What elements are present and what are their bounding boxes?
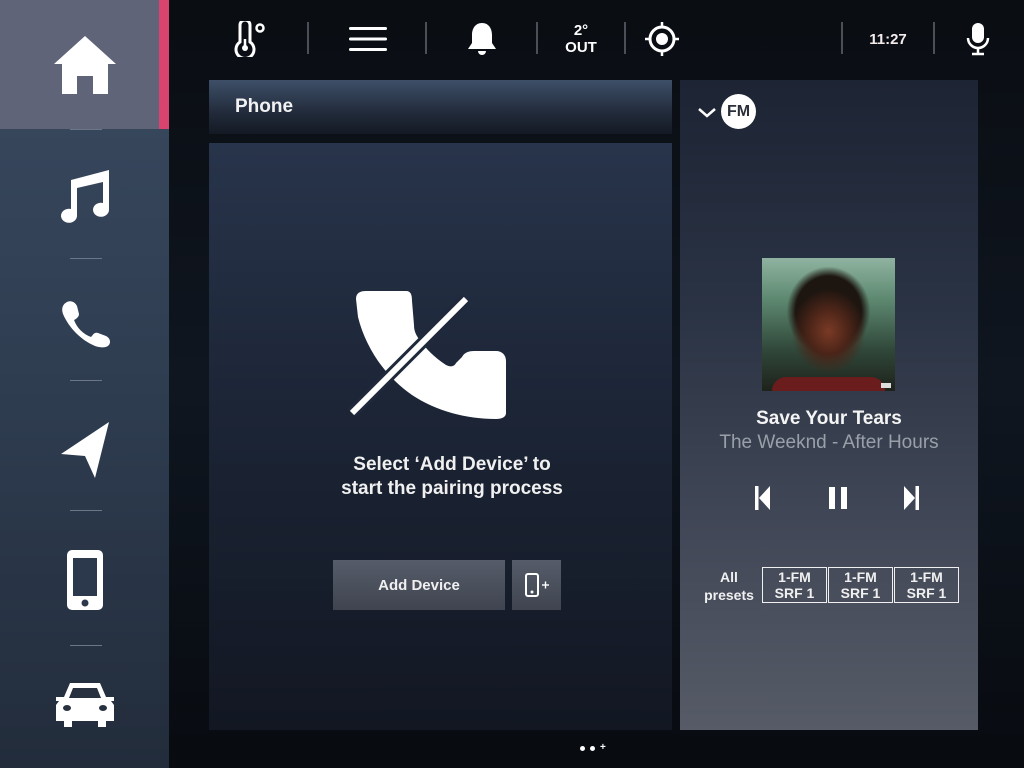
sidebar-item-home[interactable] bbox=[0, 0, 169, 129]
sidebar-divider bbox=[70, 258, 102, 259]
parental-advisory-label bbox=[881, 383, 891, 388]
divider bbox=[933, 22, 935, 54]
phone-icon bbox=[61, 300, 110, 347]
status-bar: 2° OUT 11:27 bbox=[170, 0, 1024, 78]
song-title: Save Your Tears bbox=[756, 408, 902, 429]
preset-button[interactable]: 1-FM SRF 1 bbox=[828, 567, 893, 603]
bell-icon bbox=[468, 23, 496, 55]
pairing-instructions-line1: Select ‘Add Device’ to bbox=[353, 454, 551, 475]
page-indicator: + bbox=[580, 743, 606, 753]
location-button[interactable] bbox=[642, 0, 682, 78]
source-selector[interactable]: FM bbox=[697, 94, 756, 129]
gps-target-icon bbox=[645, 22, 679, 56]
sidebar-item-apps[interactable] bbox=[0, 520, 169, 640]
album-art bbox=[762, 258, 895, 391]
add-phone-icon bbox=[524, 573, 549, 597]
notifications-button[interactable] bbox=[458, 0, 506, 78]
sidebar-divider bbox=[70, 645, 102, 646]
divider bbox=[624, 22, 626, 54]
hamburger-menu-icon bbox=[349, 27, 387, 51]
skip-previous-icon bbox=[755, 486, 770, 510]
preset-line1: 1-FM bbox=[778, 569, 811, 585]
sidebar-item-media[interactable] bbox=[0, 140, 169, 250]
phone-panel-body: Select ‘Add Device’ to start the pairing… bbox=[209, 143, 672, 730]
preset-button[interactable]: 1-FM SRF 1 bbox=[762, 567, 827, 603]
preset-line1: 1-FM bbox=[910, 569, 943, 585]
sidebar-item-vehicle[interactable] bbox=[0, 660, 169, 745]
preset-line2: SRF 1 bbox=[906, 585, 947, 601]
microphone-icon bbox=[966, 23, 990, 56]
no-phone-icon bbox=[347, 291, 506, 419]
preset-button[interactable]: 1-FM SRF 1 bbox=[894, 567, 959, 603]
play-pause-button[interactable] bbox=[823, 483, 853, 513]
menu-button[interactable] bbox=[340, 0, 396, 78]
voice-button[interactable] bbox=[960, 0, 996, 78]
outside-temp-value: 2° bbox=[573, 22, 589, 39]
navigation-arrow-icon bbox=[60, 422, 109, 478]
chevron-down-icon bbox=[698, 107, 716, 118]
page-dot[interactable] bbox=[590, 745, 595, 751]
thermometer-icon bbox=[234, 21, 265, 57]
divider bbox=[841, 22, 843, 54]
car-icon bbox=[55, 682, 114, 727]
add-page-button[interactable]: + bbox=[600, 743, 606, 753]
phone-panel-title: Phone bbox=[235, 96, 294, 117]
previous-track-button[interactable] bbox=[748, 483, 778, 513]
all-presets-button[interactable]: All presets bbox=[702, 568, 756, 604]
skip-next-icon bbox=[904, 486, 919, 510]
fm-source-badge: FM bbox=[721, 94, 756, 129]
sidebar-divider bbox=[70, 129, 102, 130]
pairing-instructions-line2: start the pairing process bbox=[341, 478, 563, 499]
add-device-label: Add Device bbox=[378, 576, 460, 594]
clock-time: 11:27 bbox=[869, 30, 907, 48]
music-note-icon bbox=[60, 170, 109, 223]
outside-temp-label: OUT bbox=[565, 39, 597, 56]
pairing-instructions: Select ‘Add Device’ to start the pairing… bbox=[209, 453, 695, 501]
divider bbox=[307, 22, 309, 54]
preset-line1: 1-FM bbox=[844, 569, 877, 585]
next-track-button[interactable] bbox=[896, 483, 926, 513]
divider bbox=[425, 22, 427, 54]
sidebar-divider bbox=[70, 380, 102, 381]
song-artist-album: The Weeknd - After Hours bbox=[719, 432, 939, 453]
sidebar-divider bbox=[70, 510, 102, 511]
divider bbox=[536, 22, 538, 54]
all-presets-line1: All bbox=[720, 569, 738, 585]
clock: 11:27 bbox=[858, 0, 918, 78]
sidebar bbox=[0, 0, 169, 768]
preset-line2: SRF 1 bbox=[774, 585, 815, 601]
page-dot[interactable] bbox=[580, 745, 585, 751]
sidebar-item-phone[interactable] bbox=[0, 270, 169, 375]
pause-icon bbox=[829, 487, 847, 509]
album-art-detail bbox=[772, 377, 885, 391]
climate-button[interactable] bbox=[225, 0, 275, 78]
media-panel: FM Save Your Tears The Weeknd - After Ho… bbox=[680, 80, 978, 730]
preset-line2: SRF 1 bbox=[840, 585, 881, 601]
add-device-icon-button[interactable] bbox=[512, 560, 561, 610]
all-presets-line2: presets bbox=[704, 587, 754, 603]
sidebar-item-navigation[interactable] bbox=[0, 395, 169, 505]
phone-panel-header: Phone bbox=[209, 80, 672, 134]
outside-temperature: 2° OUT bbox=[550, 0, 612, 78]
add-device-button[interactable]: Add Device bbox=[333, 560, 505, 610]
smartphone-icon bbox=[66, 550, 103, 610]
home-icon bbox=[53, 35, 116, 94]
